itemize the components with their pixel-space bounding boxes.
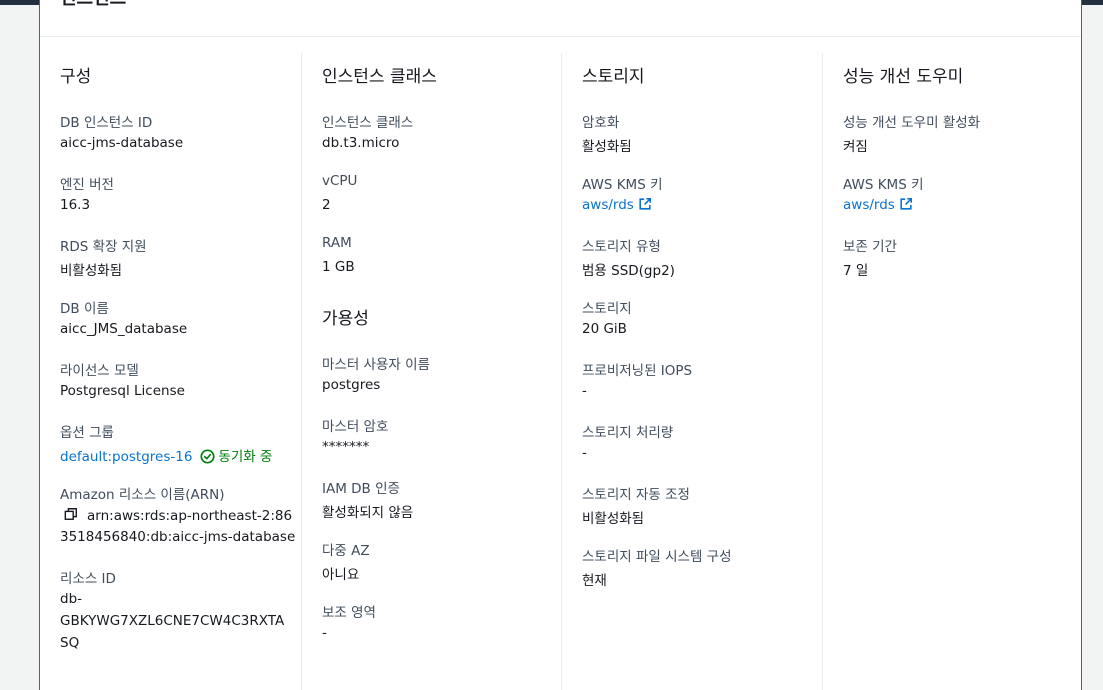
storage-size-label: 스토리지	[582, 301, 632, 317]
master-password-value: *******	[322, 439, 370, 455]
pi-kms-key-row: aws/rds	[843, 197, 913, 213]
external-link-icon[interactable]	[638, 197, 652, 211]
resource-id-line-3: SQ	[60, 635, 80, 651]
storage-kms-key-link[interactable]: aws/rds	[582, 197, 634, 213]
storage-throughput-value: -	[582, 445, 587, 461]
storage-autoscaling-label: 스토리지 자동 조정	[582, 487, 690, 503]
iam-auth-label: IAM DB 인증	[322, 481, 400, 497]
ram-value: 1 GB	[322, 259, 355, 275]
retention-period-value: 7 일	[843, 263, 869, 279]
db-instance-id-value: aicc-jms-database	[60, 135, 184, 151]
ram-label: RAM	[322, 235, 352, 251]
panel-title: 인스턴스	[60, 0, 126, 10]
performance-insights-title: 성능 개선 도우미	[843, 67, 964, 87]
storage-autoscaling-value: 비활성화됨	[582, 511, 645, 527]
configuration-title: 구성	[60, 67, 92, 87]
column-divider	[822, 53, 823, 690]
performance-insights-enabled-label: 성능 개선 도우미 활성화	[843, 115, 981, 131]
performance-insights-enabled-value: 켜짐	[843, 139, 868, 155]
provisioned-iops-value: -	[582, 383, 587, 399]
storage-filesystem-label: 스토리지 파일 시스템 구성	[582, 549, 732, 565]
storage-kms-key-row: aws/rds	[582, 197, 652, 213]
column-divider	[301, 53, 302, 690]
license-model-value: Postgresql License	[60, 383, 185, 399]
resource-id-label: 리소스 ID	[60, 571, 116, 587]
rds-extended-support-label: RDS 확장 지원	[60, 239, 147, 255]
secondary-zone-value: -	[322, 625, 327, 641]
arn-line-1: arn:aws:rds:ap-northeast-2:86	[87, 508, 293, 524]
engine-version-label: 엔진 버전	[60, 177, 114, 193]
arn-line-2: 3518456840:db:aicc-jms-database	[60, 529, 296, 545]
storage-filesystem-value: 현재	[582, 573, 607, 589]
header-divider	[40, 36, 1081, 37]
storage-size-value: 20 GiB	[582, 321, 627, 337]
instance-details-panel: 인스턴스 구성 DB 인스턴스 ID aicc-jms-database 엔진 …	[39, 0, 1082, 690]
encryption-value: 활성화됨	[582, 139, 632, 155]
resource-id-line-2: GBKYWG7XZL6CNE7CW4C3RXTA	[60, 613, 285, 629]
master-user-label: 마스터 사용자 이름	[322, 357, 430, 373]
encryption-label: 암호화	[582, 115, 620, 131]
master-password-label: 마스터 암호	[322, 419, 389, 435]
provisioned-iops-label: 프로비저닝된 IOPS	[582, 363, 693, 379]
pi-kms-key-label: AWS KMS 키	[843, 177, 924, 193]
retention-period-label: 보존 기간	[843, 239, 897, 255]
storage-type-label: 스토리지 유형	[582, 239, 661, 255]
rds-extended-support-value: 비활성화됨	[60, 263, 123, 279]
option-group-label: 옵션 그룹	[60, 425, 114, 441]
column-divider	[561, 53, 562, 690]
external-link-icon[interactable]	[899, 197, 913, 211]
instance-class-label: 인스턴스 클래스	[322, 115, 414, 131]
secondary-zone-label: 보조 영역	[322, 605, 376, 621]
db-name-value: aicc_JMS_database	[60, 321, 188, 337]
iam-auth-value: 활성화되지 않음	[322, 505, 414, 521]
availability-title: 가용성	[322, 309, 369, 329]
vcpu-label: vCPU	[322, 173, 358, 189]
arn-line-1-row: arn:aws:rds:ap-northeast-2:86	[60, 507, 292, 524]
instance-class-title: 인스턴스 클래스	[322, 67, 437, 87]
engine-version-value: 16.3	[60, 197, 91, 213]
storage-title: 스토리지	[582, 67, 645, 87]
multi-az-label: 다중 AZ	[322, 543, 370, 559]
storage-throughput-label: 스토리지 처리량	[582, 425, 674, 441]
vcpu-value: 2	[322, 197, 331, 213]
instance-class-value: db.t3.micro	[322, 135, 400, 151]
db-name-label: DB 이름	[60, 301, 109, 317]
storage-kms-key-label: AWS KMS 키	[582, 177, 663, 193]
resource-id-line-1: db-	[60, 591, 83, 607]
option-group-status: 동기화 중	[218, 449, 273, 465]
copy-icon[interactable]	[64, 507, 78, 521]
status-success-icon	[200, 449, 215, 464]
arn-label: Amazon 리소스 이름(ARN)	[60, 487, 225, 503]
db-instance-id-label: DB 인스턴스 ID	[60, 115, 153, 131]
option-group-link[interactable]: default:postgres-16	[60, 449, 192, 465]
master-user-value: postgres	[322, 377, 381, 393]
multi-az-value: 아니요	[322, 567, 360, 583]
option-group-row: default:postgres-16 동기화 중	[60, 445, 272, 465]
license-model-label: 라이선스 모델	[60, 363, 139, 379]
pi-kms-key-link[interactable]: aws/rds	[843, 197, 895, 213]
storage-type-value: 범용 SSD(gp2)	[582, 263, 675, 279]
